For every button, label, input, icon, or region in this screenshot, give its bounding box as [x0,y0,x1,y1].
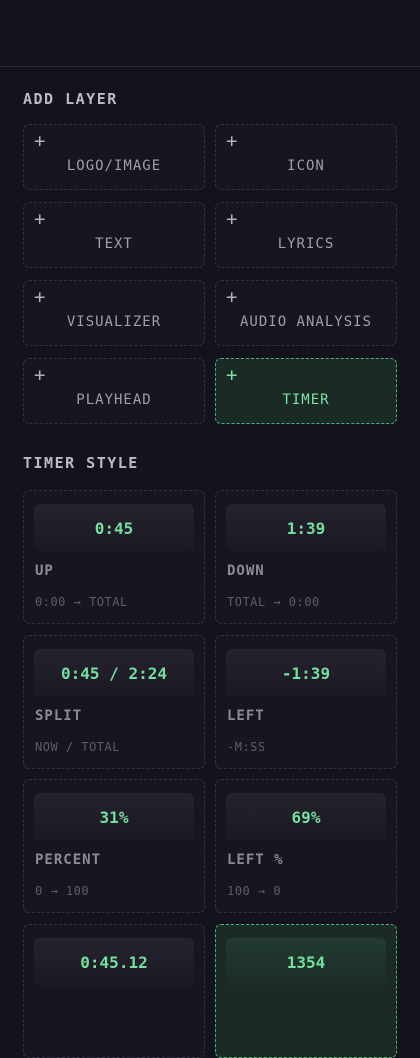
plus-icon: + [34,130,46,152]
add-layer-lyrics-button[interactable]: + LYRICS [215,202,397,268]
timer-preview: 1:39 [226,504,386,552]
timer-preview: -1:39 [226,649,386,697]
add-layer-label: VISUALIZER [66,314,162,330]
timer-style-precise-card[interactable]: 0:45.12 [23,924,205,1058]
timer-style-up-card[interactable]: 0:45 UP 0:00 → TOTAL [23,490,205,624]
timer-preview: 0:45.12 [34,938,194,986]
plus-icon: + [226,286,238,308]
timer-style-left-percent-card[interactable]: 69% LEFT % 100 → 0 [215,779,397,913]
timer-style-down-card[interactable]: 1:39 DOWN TOTAL → 0:00 [215,490,397,624]
add-layer-audio-analysis-button[interactable]: + AUDIO ANALYSIS [215,280,397,346]
add-layer-timer-button[interactable]: + TIMER [215,358,397,424]
timer-style-name: LEFT [227,708,265,724]
timer-style-description: -M:SS [227,740,266,754]
timer-style-description: 0:00 → TOTAL [35,595,128,609]
add-layer-heading: ADD LAYER [23,90,118,108]
timer-style-name: UP [35,563,54,579]
add-layer-text-button[interactable]: + TEXT [23,202,205,268]
timer-style-name: PERCENT [35,852,102,868]
add-layer-label: ICON [287,158,325,174]
plus-icon: + [34,208,46,230]
plus-icon: + [34,364,46,386]
timer-style-split-card[interactable]: 0:45 / 2:24 SPLIT NOW / TOTAL [23,635,205,769]
add-layer-visualizer-button[interactable]: + VISUALIZER [23,280,205,346]
plus-icon: + [226,364,238,386]
add-layer-label: TIMER [282,392,330,408]
add-layer-label: AUDIO ANALYSIS [239,314,372,330]
add-layer-label: TEXT [95,236,133,252]
timer-style-description: NOW / TOTAL [35,740,120,754]
timer-preview: 69% [226,793,386,841]
timer-style-description: 0 → 100 [35,884,90,898]
add-layer-label: LYRICS [277,236,335,252]
timer-style-frames-card[interactable]: 1354 [215,924,397,1058]
timer-style-heading: TIMER STYLE [23,454,139,472]
timer-style-description: TOTAL → 0:00 [227,595,320,609]
timer-preview: 31% [34,793,194,841]
timer-style-name: SPLIT [35,708,83,724]
add-layer-label: PLAYHEAD [76,392,152,408]
timer-preview: 0:45 / 2:24 [34,649,194,697]
timer-style-description: 100 → 0 [227,884,282,898]
timer-style-name: LEFT % [227,852,284,868]
plus-icon: + [226,130,238,152]
timer-preview: 0:45 [34,504,194,552]
timer-style-left-card[interactable]: -1:39 LEFT -M:SS [215,635,397,769]
add-layer-icon-button[interactable]: + ICON [215,124,397,190]
timer-preview: 1354 [226,938,386,986]
plus-icon: + [34,286,46,308]
add-layer-playhead-button[interactable]: + PLAYHEAD [23,358,205,424]
timer-style-percent-card[interactable]: 31% PERCENT 0 → 100 [23,779,205,913]
plus-icon: + [226,208,238,230]
top-panel [0,0,420,67]
timer-style-name: DOWN [227,563,265,579]
add-layer-label: LOGO/IMAGE [66,158,162,174]
add-layer-logo-image-button[interactable]: + LOGO/IMAGE [23,124,205,190]
